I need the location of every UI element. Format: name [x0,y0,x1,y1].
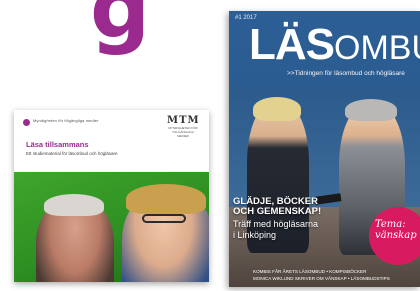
photo-glasses [142,214,186,223]
theme-badge-label: Tema: [375,219,406,230]
cover-subhead-line2: i Linköping [233,230,277,240]
cover-subhead-line1: Träff med högläsarna [233,219,319,229]
publisher-logo-icon [23,119,30,126]
photo-person-man-hair [44,194,104,216]
photo-person-woman-hair [126,184,206,214]
cover-teaser-line2: MONICA WIKLUND SKRIVER OM VÄNSKAP • LÄSO… [253,276,390,281]
theme-badge: Tema: vänskap [369,207,420,265]
mtm-logo: MTM MYNDIGHETEN FÖR TILLGÄNGLIGA MEDIER [167,115,200,139]
booklet-header: Myndigheten för tillgängliga medier MTM … [14,110,209,172]
mtm-logo-text: MYNDIGHETEN FÖR TILLGÄNGLIGA MEDIER [168,126,198,138]
photo-woman-left-hair [253,97,301,121]
photo-woman-right-hair [345,99,397,121]
booklet-subtitle: Ett studiematerial för läsombud och högl… [26,151,118,156]
masthead-light: OMBUDET [334,29,420,67]
booklet-title: Läsa tillsammans [26,140,89,149]
magazine-masthead: LÄSOMBUDET [249,23,420,77]
magenta-letter-graphic: g [90,0,151,57]
masthead-bold: LÄS [249,20,335,69]
booklet-cover-lasa-tillsammans[interactable]: Myndigheten för tillgängliga medier MTM … [14,110,209,282]
magazine-cover-lasombudet[interactable]: #1 2017 LÄSOMBUDET >>Tidningen för läsom… [229,11,420,287]
theme-badge-value: vänskap [375,230,417,241]
magazine-tagline: >>Tidningen för läsombud och högläsare [287,70,405,77]
cover-teaser-line1: KOMBIS FÅR ÅRETS LÄSOMBUD • KOMPISBÖCKER [253,269,367,274]
cover-headline-line2: OCH GEMENSKAP! [233,206,322,217]
mtm-logo-mark: MTM [167,115,200,126]
publisher-name: Myndigheten för tillgängliga medier [33,118,99,123]
